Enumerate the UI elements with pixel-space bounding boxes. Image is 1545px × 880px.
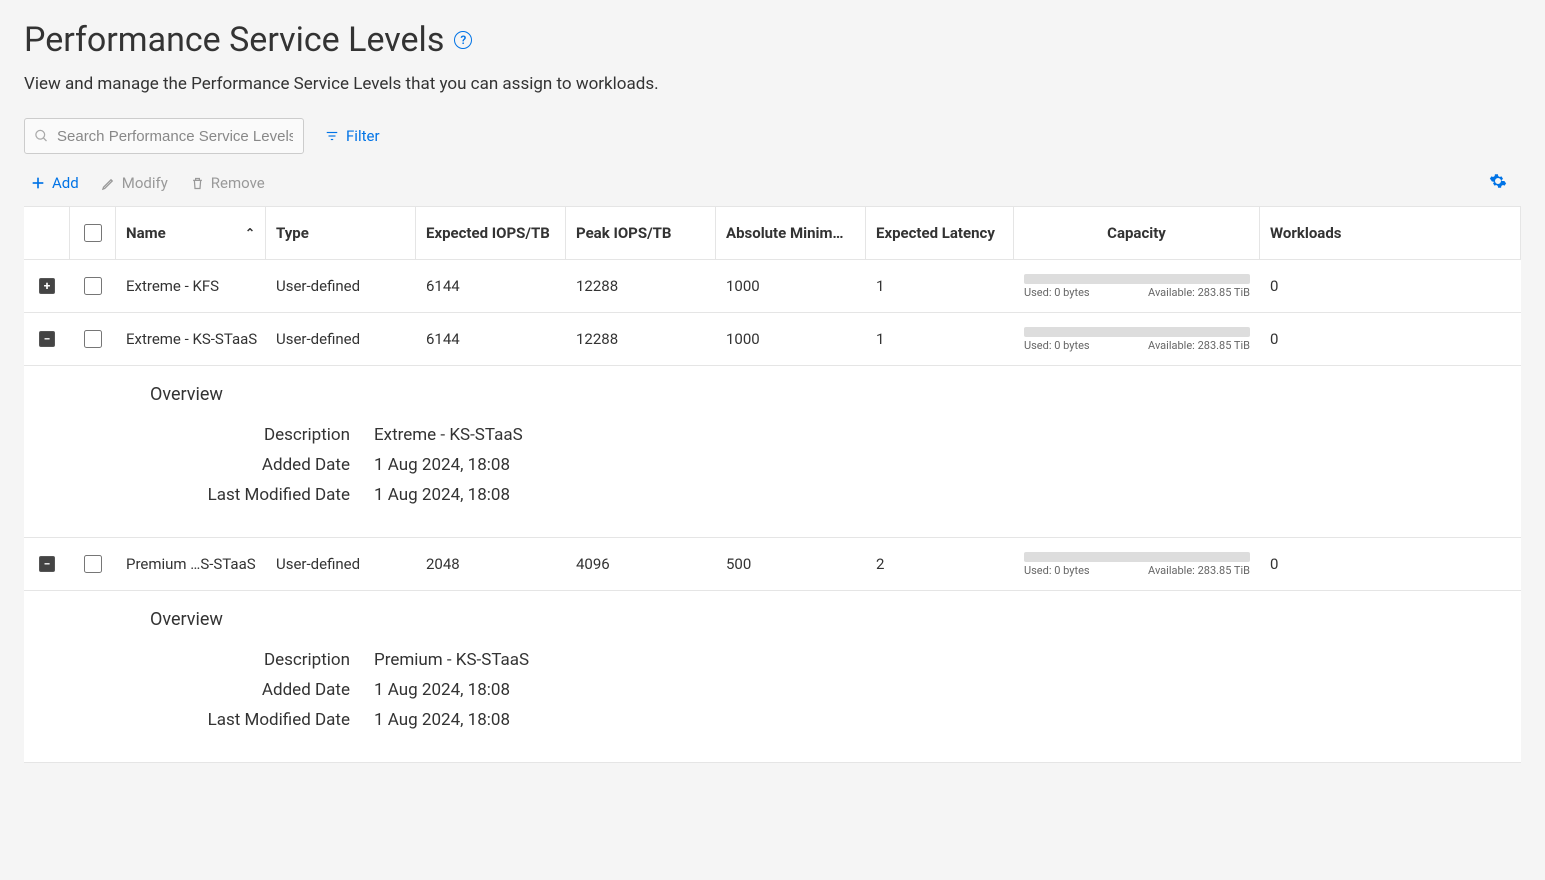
row-checkbox[interactable] — [84, 555, 102, 573]
capacity-used: Used: 0 bytes — [1024, 286, 1090, 299]
cell-expected-latency: 1 — [866, 313, 1014, 365]
modify-label: Modify — [122, 174, 168, 192]
cell-name: Premium …S-STaaS — [116, 538, 266, 590]
expand-toggle[interactable]: − — [39, 556, 55, 572]
detail-heading: Overview — [150, 609, 1521, 630]
add-label: Add — [52, 174, 79, 192]
modify-button[interactable]: Modify — [101, 174, 168, 192]
col-type[interactable]: Type — [266, 207, 416, 259]
detail-added-value: 1 Aug 2024, 18:08 — [374, 455, 510, 475]
cell-expected-iops: 6144 — [416, 260, 566, 312]
detail-modified-label: Last Modified Date — [150, 485, 374, 505]
detail-description-label: Description — [150, 425, 374, 445]
capacity-used: Used: 0 bytes — [1024, 564, 1090, 577]
detail-modified-label: Last Modified Date — [150, 710, 374, 730]
settings-button[interactable] — [1489, 172, 1507, 194]
trash-icon — [190, 176, 205, 191]
col-capacity[interactable]: Capacity — [1014, 207, 1260, 259]
capacity-available: Available: 283.85 TiB — [1148, 339, 1250, 352]
add-button[interactable]: Add — [30, 174, 79, 192]
cell-workloads: 0 — [1260, 313, 1521, 365]
detail-modified-value: 1 Aug 2024, 18:08 — [374, 710, 510, 730]
detail-added-value: 1 Aug 2024, 18:08 — [374, 680, 510, 700]
detail-description-value: Extreme - KS-STaaS — [374, 425, 523, 445]
cell-workloads: 0 — [1260, 260, 1521, 312]
detail-added-label: Added Date — [150, 680, 374, 700]
row-checkbox[interactable] — [84, 277, 102, 295]
row-checkbox[interactable] — [84, 330, 102, 348]
col-name[interactable]: Name ⌃ — [116, 207, 266, 259]
cell-expected-iops: 2048 — [416, 538, 566, 590]
capacity-bar — [1024, 274, 1250, 284]
psl-table: Name ⌃ Type Expected IOPS/TB Peak IOPS/T… — [24, 206, 1521, 763]
cell-name: Extreme - KS-STaaS — [116, 313, 266, 365]
detail-modified-value: 1 Aug 2024, 18:08 — [374, 485, 510, 505]
page-title: Performance Service Levels — [24, 20, 444, 60]
gear-icon — [1489, 172, 1507, 190]
cell-type: User-defined — [266, 313, 416, 365]
filter-button[interactable]: Filter — [324, 127, 380, 145]
table-row: − Premium …S-STaaS User-defined 2048 409… — [24, 538, 1521, 591]
expand-toggle[interactable]: + — [39, 278, 55, 294]
expand-toggle[interactable]: − — [39, 331, 55, 347]
col-expected-iops[interactable]: Expected IOPS/TB — [416, 207, 566, 259]
col-workloads[interactable]: Workloads — [1260, 207, 1521, 259]
cell-peak-iops: 12288 — [566, 260, 716, 312]
cell-abs-min: 1000 — [716, 260, 866, 312]
col-expected-latency[interactable]: Expected Latency — [866, 207, 1014, 259]
capacity-bar — [1024, 552, 1250, 562]
filter-label: Filter — [346, 127, 380, 145]
plus-icon — [30, 175, 46, 191]
cell-capacity: Used: 0 bytes Available: 283.85 TiB — [1014, 313, 1260, 365]
cell-expected-iops: 6144 — [416, 313, 566, 365]
row-detail-panel: Overview Description Premium - KS-STaaS … — [24, 591, 1521, 763]
col-peak-iops[interactable]: Peak IOPS/TB — [566, 207, 716, 259]
detail-description-label: Description — [150, 650, 374, 670]
cell-type: User-defined — [266, 260, 416, 312]
select-all-checkbox[interactable] — [84, 224, 102, 242]
capacity-used: Used: 0 bytes — [1024, 339, 1090, 352]
detail-description-value: Premium - KS-STaaS — [374, 650, 529, 670]
cell-peak-iops: 12288 — [566, 313, 716, 365]
filter-icon — [324, 129, 340, 143]
help-icon[interactable]: ? — [454, 31, 472, 49]
cell-expected-latency: 1 — [866, 260, 1014, 312]
search-input[interactable] — [24, 118, 304, 154]
col-expand — [24, 207, 70, 259]
remove-label: Remove — [211, 174, 265, 192]
cell-capacity: Used: 0 bytes Available: 283.85 TiB — [1014, 538, 1260, 590]
capacity-available: Available: 283.85 TiB — [1148, 286, 1250, 299]
capacity-available: Available: 283.85 TiB — [1148, 564, 1250, 577]
detail-heading: Overview — [150, 384, 1521, 405]
table-row: + Extreme - KFS User-defined 6144 12288 … — [24, 260, 1521, 313]
cell-expected-latency: 2 — [866, 538, 1014, 590]
sort-asc-icon: ⌃ — [245, 226, 255, 240]
cell-capacity: Used: 0 bytes Available: 283.85 TiB — [1014, 260, 1260, 312]
remove-button[interactable]: Remove — [190, 174, 265, 192]
row-detail-panel: Overview Description Extreme - KS-STaaS … — [24, 366, 1521, 538]
page-subtitle: View and manage the Performance Service … — [24, 74, 1521, 94]
cell-abs-min: 500 — [716, 538, 866, 590]
cell-peak-iops: 4096 — [566, 538, 716, 590]
col-abs-min[interactable]: Absolute Minim… — [716, 207, 866, 259]
capacity-bar — [1024, 327, 1250, 337]
col-select-all[interactable] — [70, 207, 116, 259]
cell-workloads: 0 — [1260, 538, 1521, 590]
cell-abs-min: 1000 — [716, 313, 866, 365]
detail-added-label: Added Date — [150, 455, 374, 475]
pencil-icon — [101, 176, 116, 191]
table-row: − Extreme - KS-STaaS User-defined 6144 1… — [24, 313, 1521, 366]
cell-name: Extreme - KFS — [116, 260, 266, 312]
cell-type: User-defined — [266, 538, 416, 590]
